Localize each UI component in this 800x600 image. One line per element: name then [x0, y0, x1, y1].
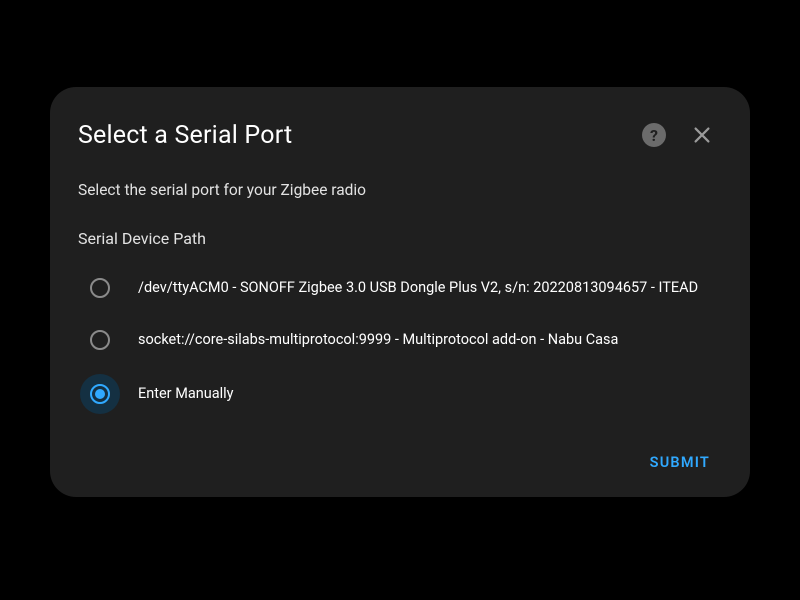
- section-label: Serial Device Path: [78, 229, 722, 248]
- submit-button[interactable]: Submit: [638, 444, 722, 481]
- radio-icon: [90, 330, 110, 350]
- option-label: /dev/ttyACM0 - SONOFF Zigbee 3.0 USB Don…: [138, 279, 698, 298]
- option-label: socket://core-silabs-multiprotocol:9999 …: [138, 331, 618, 350]
- radio-selected-icon: [80, 374, 120, 414]
- dialog-footer: Submit: [78, 444, 722, 481]
- dialog-subtitle: Select the serial port for your Zigbee r…: [78, 181, 722, 199]
- close-icon: [691, 124, 713, 146]
- serial-port-option[interactable]: /dev/ttyACM0 - SONOFF Zigbee 3.0 USB Don…: [78, 262, 722, 314]
- serial-port-option[interactable]: Enter Manually: [78, 366, 722, 422]
- option-label: Enter Manually: [138, 385, 234, 404]
- radio-group: /dev/ttyACM0 - SONOFF Zigbee 3.0 USB Don…: [78, 262, 722, 422]
- serial-port-dialog: Select a Serial Port ? Select the serial…: [50, 87, 750, 497]
- help-button[interactable]: ?: [634, 115, 674, 155]
- radio-icon: [90, 278, 110, 298]
- serial-port-option[interactable]: socket://core-silabs-multiprotocol:9999 …: [78, 314, 722, 366]
- dialog-header: Select a Serial Port ?: [78, 115, 722, 155]
- dialog-title: Select a Serial Port: [78, 121, 634, 150]
- close-button[interactable]: [682, 115, 722, 155]
- help-icon: ?: [642, 123, 666, 147]
